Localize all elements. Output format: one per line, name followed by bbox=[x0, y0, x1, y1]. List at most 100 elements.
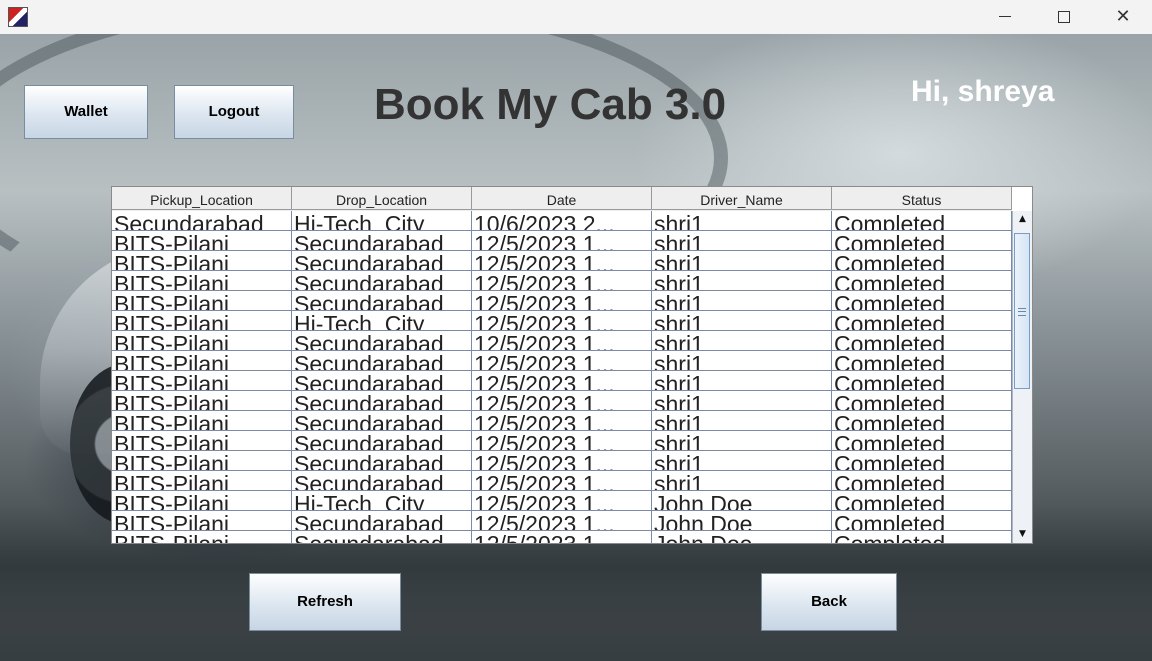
table-cell[interactable]: John Doe bbox=[652, 531, 832, 543]
table-cell[interactable]: Completed bbox=[832, 351, 1012, 371]
table-cell[interactable]: Completed bbox=[832, 251, 1012, 271]
table-cell[interactable]: Completed bbox=[832, 431, 1012, 451]
table-cell[interactable]: Secundarabad bbox=[292, 231, 472, 251]
table-row[interactable]: BITS-Pilani Secundarabad 12/5/2023 1... shr… bbox=[112, 231, 1012, 251]
table-cell[interactable]: Secundarabad bbox=[292, 471, 472, 491]
table-cell[interactable]: BITS-Pilani bbox=[112, 291, 292, 311]
table-cell[interactable]: Secundarabad bbox=[292, 531, 472, 543]
table-cell[interactable]: shri1 bbox=[652, 411, 832, 431]
table-cell[interactable]: Completed bbox=[832, 371, 1012, 391]
table-cell[interactable]: 12/5/2023 1... bbox=[472, 351, 652, 371]
table-cell[interactable]: shri1 bbox=[652, 291, 832, 311]
table-cell[interactable]: shri1 bbox=[652, 351, 832, 371]
table-cell[interactable]: BITS-Pilani bbox=[112, 271, 292, 291]
table-cell[interactable]: Completed bbox=[832, 231, 1012, 251]
column-header[interactable]: Date bbox=[472, 187, 652, 210]
table-row[interactable]: BITS-Pilani Secundarabad 12/5/2023 1... shr… bbox=[112, 431, 1012, 451]
table-cell[interactable]: shri1 bbox=[652, 431, 832, 451]
table-cell[interactable]: BITS-Pilani bbox=[112, 251, 292, 271]
minimize-button[interactable] bbox=[976, 0, 1034, 34]
table-cell[interactable]: Completed bbox=[832, 211, 1012, 231]
table-row[interactable]: BITS-Pilani Secundarabad 12/5/2023 1... shr… bbox=[112, 291, 1012, 311]
table-cell[interactable]: shri1 bbox=[652, 251, 832, 271]
table-cell[interactable]: Hi-Tech_City bbox=[292, 491, 472, 511]
table-cell[interactable]: Completed bbox=[832, 511, 1012, 531]
table-row[interactable]: BITS-Pilani Hi-Tech_City 12/5/2023 1... Joh… bbox=[112, 491, 1012, 511]
table-cell[interactable]: shri1 bbox=[652, 471, 832, 491]
table-cell[interactable]: Completed bbox=[832, 311, 1012, 331]
table-row[interactable]: BITS-Pilani Secundarabad 12/5/2023 1... shr… bbox=[112, 371, 1012, 391]
table-cell[interactable]: Secundarabad bbox=[292, 371, 472, 391]
table-cell[interactable]: Secundarabad bbox=[292, 351, 472, 371]
scroll-down-icon[interactable]: ▼ bbox=[1013, 526, 1032, 543]
table-cell[interactable]: Completed bbox=[832, 451, 1012, 471]
table-cell[interactable]: John Doe bbox=[652, 511, 832, 531]
table-cell[interactable]: Completed bbox=[832, 391, 1012, 411]
table-row[interactable]: BITS-Pilani Secundarabad 12/5/2023 1... shr… bbox=[112, 351, 1012, 371]
table-row[interactable]: BITS-Pilani Secundarabad 12/5/2023 1... shr… bbox=[112, 391, 1012, 411]
table-cell[interactable]: Secundarabad bbox=[292, 271, 472, 291]
table-cell[interactable]: BITS-Pilani bbox=[112, 491, 292, 511]
table-cell[interactable]: Completed bbox=[832, 271, 1012, 291]
table-row[interactable]: BITS-PilaniSecundarabad12/5/2023 1...Joh… bbox=[112, 511, 1012, 531]
table-cell[interactable]: Hi-Tech_City bbox=[292, 211, 472, 231]
table-cell[interactable]: Completed bbox=[832, 411, 1012, 431]
column-header[interactable]: Status bbox=[832, 187, 1012, 210]
table-cell[interactable]: 12/5/2023 1... bbox=[472, 511, 652, 531]
table-cell[interactable]: BITS-Pilani bbox=[112, 431, 292, 451]
table-cell[interactable]: BITS-Pilani bbox=[112, 471, 292, 491]
column-header[interactable]: Drop_Location bbox=[292, 187, 472, 210]
table-cell[interactable]: Secundarabad bbox=[292, 431, 472, 451]
table-cell[interactable]: 12/5/2023 1... bbox=[472, 491, 652, 511]
table-row[interactable]: BITS-PilaniSecundarabad12/5/2023 1...Joh… bbox=[112, 531, 1012, 543]
table-cell[interactable]: 12/5/2023 1... bbox=[472, 391, 652, 411]
scroll-up-icon[interactable]: ▲ bbox=[1013, 211, 1032, 228]
table-cell[interactable]: BITS-Pilani bbox=[112, 311, 292, 331]
table-row[interactable]: BITS-Pilani Secundarabad 12/5/2023 1... shr… bbox=[112, 411, 1012, 431]
table-cell[interactable]: 12/5/2023 1... bbox=[472, 531, 652, 543]
table-row[interactable]: BITS-Pilani Hi-Tech_City 12/5/2023 1... shr… bbox=[112, 311, 1012, 331]
table-cell[interactable]: Secundarabad bbox=[112, 211, 292, 231]
table-cell[interactable]: 12/5/2023 1... bbox=[472, 411, 652, 431]
table-row[interactable]: BITS-Pilani Secundarabad 12/5/2023 1... shr… bbox=[112, 451, 1012, 471]
table-cell[interactable]: 12/5/2023 1... bbox=[472, 471, 652, 491]
table-cell[interactable]: BITS-Pilani bbox=[112, 331, 292, 351]
table-body[interactable]: Secundarabad Hi-Tech_City 10/6/2023 2... sh… bbox=[112, 211, 1012, 543]
column-header[interactable]: Driver_Name bbox=[652, 187, 832, 210]
scroll-thumb[interactable] bbox=[1014, 233, 1030, 389]
table-cell[interactable]: John Doe bbox=[652, 491, 832, 511]
maximize-button[interactable] bbox=[1035, 0, 1093, 34]
table-cell[interactable]: 12/5/2023 1... bbox=[472, 231, 652, 251]
back-button[interactable]: Back bbox=[761, 573, 897, 631]
table-cell[interactable]: 12/5/2023 1... bbox=[472, 311, 652, 331]
table-cell[interactable]: BITS-Pilani bbox=[112, 511, 292, 531]
wallet-button[interactable]: Wallet bbox=[24, 85, 148, 139]
table-cell[interactable]: Secundarabad bbox=[292, 411, 472, 431]
refresh-button[interactable]: Refresh bbox=[249, 573, 401, 631]
table-cell[interactable]: BITS-Pilani bbox=[112, 451, 292, 471]
table-cell[interactable]: 10/6/2023 2... bbox=[472, 211, 652, 231]
table-cell[interactable]: Secundarabad bbox=[292, 291, 472, 311]
table-row[interactable]: BITS-Pilani Secundarabad 12/5/2023 1... shr… bbox=[112, 331, 1012, 351]
table-cell[interactable]: shri1 bbox=[652, 271, 832, 291]
table-cell[interactable]: Completed bbox=[832, 491, 1012, 511]
table-cell[interactable]: Secundarabad bbox=[292, 511, 472, 531]
table-row[interactable]: BITS-Pilani Secundarabad 12/5/2023 1... shr… bbox=[112, 251, 1012, 271]
close-button[interactable]: ✕ bbox=[1094, 0, 1152, 34]
table-cell[interactable]: shri1 bbox=[652, 211, 832, 231]
table-cell[interactable]: 12/5/2023 1... bbox=[472, 371, 652, 391]
table-cell[interactable]: Secundarabad bbox=[292, 251, 472, 271]
table-cell[interactable]: shri1 bbox=[652, 231, 832, 251]
table-cell[interactable]: Completed bbox=[832, 331, 1012, 351]
table-cell[interactable]: BITS-Pilani bbox=[112, 231, 292, 251]
table-cell[interactable]: Secundarabad bbox=[292, 331, 472, 351]
table-row[interactable]: Secundarabad Hi-Tech_City 10/6/2023 2... sh… bbox=[112, 211, 1012, 231]
column-header[interactable]: Pickup_Location bbox=[112, 187, 292, 210]
table-cell[interactable]: shri1 bbox=[652, 331, 832, 351]
table-cell[interactable]: Hi-Tech_City bbox=[292, 311, 472, 331]
table-cell[interactable]: BITS-Pilani bbox=[112, 411, 292, 431]
table-row[interactable]: BITS-Pilani Secundarabad 12/5/2023 1... shr… bbox=[112, 471, 1012, 491]
table-cell[interactable]: 12/5/2023 1... bbox=[472, 431, 652, 451]
logout-button[interactable]: Logout bbox=[174, 85, 294, 139]
table-cell[interactable]: Secundarabad bbox=[292, 451, 472, 471]
